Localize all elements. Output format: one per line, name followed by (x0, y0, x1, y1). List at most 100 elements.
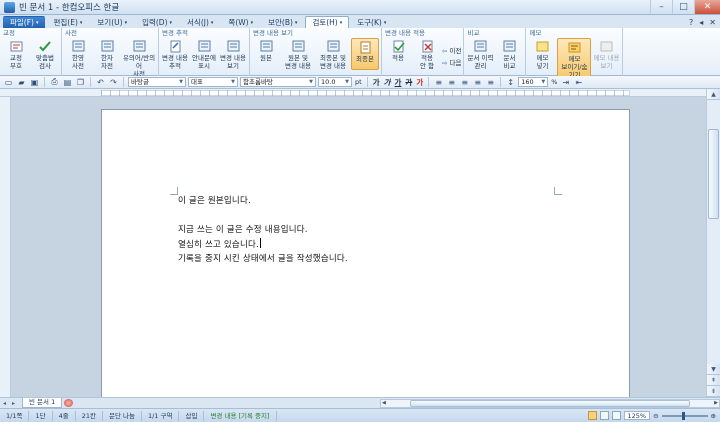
align-left-icon[interactable]: ≡ (446, 77, 457, 87)
bold-button[interactable]: 가 (372, 77, 381, 88)
zoom-out-icon[interactable]: ⊖ (653, 412, 658, 420)
reject-icon (420, 39, 435, 53)
document-tab[interactable]: 빈 문서 1 (22, 398, 63, 408)
ribbon-button[interactable]: 원본 (252, 38, 280, 70)
scroll-right-icon[interactable]: ▶ (714, 400, 718, 406)
menu-tab[interactable]: 검토(H) ▾ (305, 16, 350, 28)
minimize-button[interactable]: – (650, 0, 672, 14)
menu-tab-label: 편집(E) (53, 18, 78, 27)
zoom-slider[interactable] (661, 411, 708, 420)
ribbon-button[interactable]: 한자 자전 (93, 38, 121, 78)
next-page-icon[interactable]: ⇟ (707, 386, 720, 397)
last-tab-icon[interactable]: ▸ (9, 400, 18, 407)
language-combo[interactable]: 대표 ▼ (188, 77, 238, 87)
undo-icon[interactable]: ↶ (95, 77, 106, 87)
menu-tab[interactable]: 서식(J) ▾ (180, 16, 220, 28)
preview-icon[interactable]: ▤ (62, 77, 73, 87)
ribbon-button[interactable]: 문서 비교 (495, 38, 523, 70)
ribbon-button-label: 비교 (503, 62, 516, 70)
menu-tab[interactable]: 편집(E) ▾ (46, 16, 89, 28)
menu-tab[interactable]: 쪽(W) ▾ (221, 16, 260, 28)
close-button[interactable]: ✕ (694, 0, 720, 14)
copy-icon[interactable]: ❐ (75, 77, 86, 87)
add-tab-icon[interactable] (64, 399, 74, 407)
page-view-icon[interactable] (599, 411, 609, 420)
ribbon-button-label: 사전 (72, 62, 84, 70)
first-tab-icon[interactable]: ◂ (0, 400, 9, 407)
horizontal-scroll-thumb[interactable] (410, 399, 690, 407)
menu-tab[interactable]: 보안(B) ▾ (261, 16, 304, 28)
align-center-icon[interactable]: ≡ (459, 77, 470, 87)
strikethrough-button[interactable]: 가 (404, 77, 413, 88)
ribbon-button[interactable]: 변경 내용 보기 (219, 38, 247, 70)
margin-corner-top-right (554, 187, 562, 195)
ribbon-button[interactable]: 적용 안 함 (413, 38, 441, 70)
indent-increase-icon[interactable]: ⇥ (560, 77, 571, 87)
scroll-up-icon[interactable]: ▲ (707, 89, 720, 100)
ribbon-button[interactable]: 안내문에 표시 (190, 38, 218, 70)
status-insert-mode[interactable]: 삽입 (179, 410, 205, 421)
question-icon[interactable]: ? (689, 18, 693, 27)
document-body[interactable]: 이 글은 원본입니다. 지금 쓰는 이 글은 수정 내용입니다. 열심히 쓰고 있습… (178, 194, 348, 267)
previous-page-icon[interactable]: ⇞ (707, 375, 720, 386)
text-cursor (259, 237, 261, 248)
line-spacing-combo[interactable]: 160 ▼ (518, 77, 549, 87)
open-folder-icon[interactable]: ▰ (16, 77, 27, 87)
vertical-ruler[interactable] (0, 97, 11, 397)
normal-view-icon[interactable] (587, 411, 597, 420)
font-color-button[interactable]: 가 (415, 77, 424, 88)
ribbon-button[interactable]: 적용 (384, 38, 412, 70)
menu-tab[interactable]: 도구(K) ▾ (350, 16, 393, 28)
italic-button[interactable]: 가 (383, 77, 392, 88)
document-area[interactable]: 이 글은 원본입니다. 지금 쓰는 이 글은 수정 내용입니다. 열심히 쓰고 있습… (11, 97, 706, 397)
redo-icon[interactable]: ↷ (108, 77, 119, 87)
underline-button[interactable]: 가 (394, 77, 403, 88)
new-document-icon[interactable]: ▭ (3, 77, 14, 87)
style-combo[interactable]: 바탕글 ▼ (128, 77, 186, 87)
scroll-down-icon[interactable]: ▼ (707, 364, 720, 375)
status-track-changes[interactable]: 변경 내용 [기록 중지] (204, 410, 277, 421)
line-spacing-icon[interactable]: ↕ (505, 77, 516, 87)
print-icon[interactable]: ⎙ (49, 77, 60, 87)
ribbon-button[interactable]: 원본 및 변경 내용 (281, 38, 315, 70)
ribbon-button[interactable]: 변경 내용 추적 (161, 38, 189, 70)
distribute-icon[interactable]: ≡ (485, 77, 496, 87)
menu-tab[interactable]: 파일(F) ▾ (3, 16, 46, 28)
ribbon-button[interactable]: 한영 사전 (64, 38, 92, 78)
arrow-icon[interactable]: ◂ (699, 18, 703, 27)
vertical-scrollbar[interactable]: ▲ ▼ ⇞ ⇟ (706, 89, 720, 397)
ribbon-button[interactable]: 메모 넣기 (528, 38, 556, 80)
web-view-icon[interactable] (611, 411, 621, 420)
close-icon[interactable]: ✕ (709, 18, 716, 27)
scroll-left-icon[interactable]: ◀ (382, 400, 386, 406)
ribbon-button[interactable]: 최종본 및 변경 내용 (316, 38, 350, 70)
horizontal-scrollbar[interactable]: ◀ ▶ (380, 398, 720, 408)
menu-tab[interactable]: 입력(D) ▾ (135, 16, 179, 28)
save-icon[interactable]: ▣ (29, 77, 40, 87)
ribbon-button[interactable]: 문서 이력 관리 (466, 38, 494, 70)
chevron-down-icon: ▼ (541, 79, 546, 85)
font-combo[interactable]: 함초롬바탕 ▼ (240, 77, 316, 87)
maximize-button[interactable]: □ (672, 0, 694, 14)
align-right-icon[interactable]: ≡ (472, 77, 483, 87)
ribbon-button[interactable]: 교정 부호 (2, 38, 30, 70)
next-button[interactable]: ⇨ 다음 (442, 57, 461, 67)
ribbon-button[interactable]: 메모 내용 보기 (592, 38, 620, 80)
menu-tab[interactable]: 보기(U) ▾ (90, 16, 134, 28)
zoom-in-icon[interactable]: ⊕ (711, 412, 716, 420)
ribbon-button[interactable]: 최종본 (351, 38, 379, 70)
document-page[interactable]: 이 글은 원본입니다. 지금 쓰는 이 글은 수정 내용입니다. 열심히 쓰고 있습… (101, 109, 630, 397)
status-region: 1/1 구역 (142, 410, 180, 421)
ribbon-button[interactable]: 메모 보이기/숨기기 (557, 38, 592, 80)
previous-button[interactable]: ⇦ 이전 (442, 45, 461, 55)
ribbon-button[interactable]: 유의어/반의어 사전 (122, 38, 156, 78)
indent-decrease-icon[interactable]: ⇤ (573, 77, 584, 87)
align-justify-icon[interactable]: ≡ (433, 77, 444, 87)
scroll-thumb[interactable] (708, 129, 719, 219)
ribbon-button[interactable]: 맞춤법 검사 (31, 38, 59, 70)
chevron-down-icon: ▼ (231, 79, 235, 85)
horizontal-ruler[interactable] (0, 89, 720, 97)
status-page[interactable]: 1/1쪽 (0, 410, 30, 421)
font-size-combo[interactable]: 10.0 ▼ (318, 77, 352, 87)
zoom-level[interactable]: 125% (623, 411, 651, 420)
